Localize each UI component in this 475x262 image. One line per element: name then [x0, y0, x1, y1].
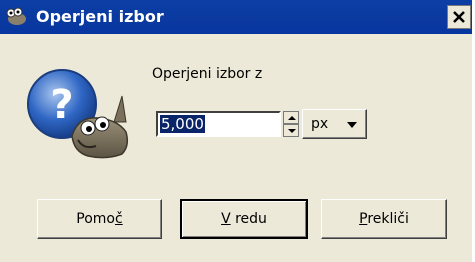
feather-radius-input[interactable]: 5,000	[156, 111, 281, 137]
gimp-app-icon	[5, 7, 29, 27]
value-spinner[interactable]	[283, 111, 299, 137]
arrow-up-icon	[288, 116, 296, 120]
help-button[interactable]: Pomoč	[37, 199, 162, 239]
value-text: 5,000	[160, 115, 205, 133]
svg-text:?: ?	[50, 82, 73, 128]
spin-up-button[interactable]	[283, 111, 299, 124]
cancel-button[interactable]: Prekliči	[321, 199, 447, 239]
dialog-window: Operjeni izbor ? Operjeni izbor z 5,000 …	[0, 0, 472, 262]
prompt-label: Operjeni izbor z	[152, 66, 263, 82]
arrow-down-icon	[288, 129, 296, 133]
close-button[interactable]	[447, 5, 471, 29]
question-wilber-icon: ?	[26, 66, 136, 160]
ok-button[interactable]: V redu	[180, 199, 308, 239]
spin-down-button[interactable]	[283, 124, 299, 137]
unit-dropdown[interactable]: px	[302, 109, 367, 139]
chevron-down-icon	[347, 122, 357, 128]
title-bar[interactable]: Operjeni izbor	[0, 0, 472, 34]
close-icon	[453, 11, 465, 23]
unit-value: px	[311, 116, 329, 132]
window-title: Operjeni izbor	[36, 7, 164, 26]
